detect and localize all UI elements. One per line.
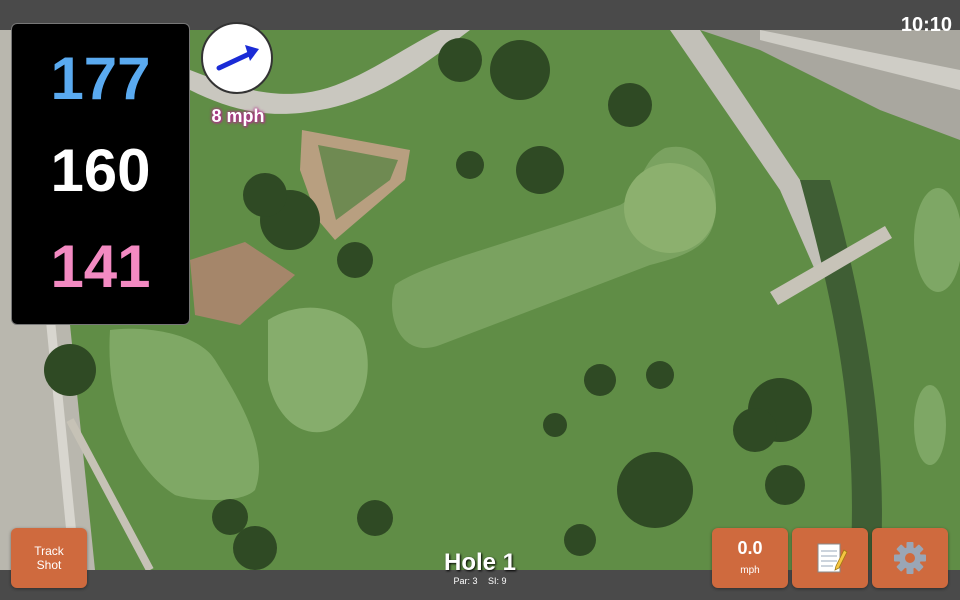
- back-distance: 177: [50, 45, 151, 112]
- distance-panel: 177 160 141: [11, 23, 190, 325]
- track-shot-label-line2: Shot: [36, 558, 62, 572]
- hole-par: Par: 3: [453, 576, 478, 586]
- clock: 10:10: [900, 14, 952, 36]
- hole-info: Par: 3 SI: 9: [380, 576, 580, 586]
- hole-stroke-index: SI: 9: [488, 576, 507, 586]
- track-shot-button[interactable]: Track Shot: [11, 528, 87, 588]
- notes-button[interactable]: [792, 528, 868, 588]
- hole-title: Hole 1: [443, 549, 517, 576]
- speed-button[interactable]: 0.0 mph: [712, 528, 788, 588]
- track-shot-label-line1: Track: [34, 544, 64, 558]
- front-distance: 141: [50, 233, 151, 300]
- speed-value: 0.0: [737, 538, 763, 558]
- settings-button[interactable]: [872, 528, 948, 588]
- wind-indicator[interactable]: [201, 22, 273, 94]
- wind-arrow-icon: [216, 45, 259, 71]
- notepad-icon: [817, 543, 848, 573]
- wind-speed: 8 mph: [211, 106, 265, 126]
- speed-unit: mph: [740, 565, 760, 576]
- gear-icon: [894, 542, 926, 574]
- middle-distance: 160: [50, 137, 151, 204]
